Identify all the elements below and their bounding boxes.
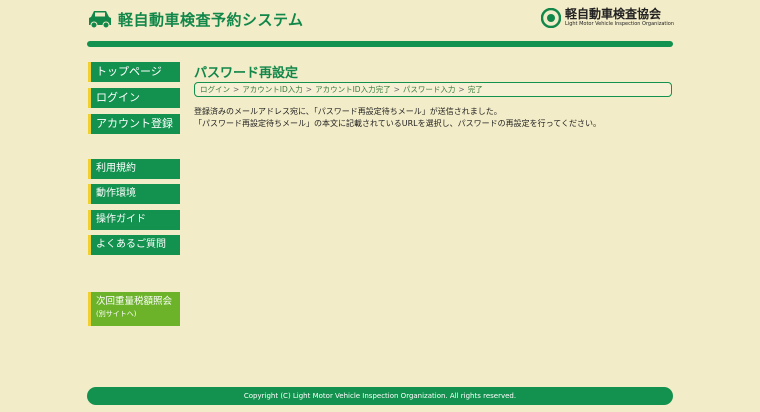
sidebar-item-guide[interactable]: 操作ガイド	[88, 210, 180, 230]
org-name-en: Light Motor Vehicle Inspection Organizat…	[565, 21, 674, 27]
org-name: 軽自動車検査協会	[565, 7, 662, 21]
message-line: 登録済みのメールアドレス宛に、「パスワード再設定待ちメール」が送信されました。	[194, 107, 502, 116]
header: 軽自動車検査予約システム 軽自動車検査協会 Light Motor Vehicl…	[88, 8, 674, 36]
sidebar-item-faq[interactable]: よくあるご質問	[88, 235, 180, 255]
breadcrumb-separator: >	[233, 85, 240, 94]
header-divider	[87, 41, 673, 47]
breadcrumb-item: アカウントID入力	[242, 85, 303, 94]
tax-inquiry-sub: (別サイトへ)	[96, 310, 137, 318]
app-title-text: 軽自動車検査予約システム	[118, 10, 304, 29]
car-icon	[89, 11, 111, 29]
sidebar-item-top-page[interactable]: トップページ	[88, 62, 180, 82]
sidebar-item-tax-inquiry[interactable]: 次回重量税額照会 (別サイトへ)	[88, 292, 180, 326]
copyright-text: Copyright (C) Light Motor Vehicle Inspec…	[243, 392, 517, 400]
breadcrumb-separator: >	[393, 85, 400, 94]
message-line: 「パスワード再設定待ちメール」の本文に記載されているURLを選択し、パスワードの…	[194, 119, 601, 128]
app-title[interactable]: 軽自動車検査予約システム	[88, 8, 304, 30]
tax-inquiry-label: 次回重量税額照会	[96, 296, 173, 307]
breadcrumb-item-current: 完了	[467, 85, 483, 94]
org-logo-icon	[541, 8, 562, 28]
sidebar-item-environment[interactable]: 動作環境	[88, 184, 180, 204]
breadcrumb-separator: >	[305, 85, 313, 94]
sidebar-item-login[interactable]: ログイン	[88, 88, 180, 108]
breadcrumb-item: パスワード入力	[402, 85, 456, 94]
breadcrumb: ログイン > アカウントID入力 > アカウントID入力完了 > パスワード入力 > 完了	[194, 82, 672, 97]
footer: Copyright (C) Light Motor Vehicle Inspec…	[87, 387, 673, 405]
breadcrumb-item: ログイン	[200, 85, 230, 94]
sidebar-item-account-register[interactable]: アカウント登録	[88, 114, 180, 134]
breadcrumb-item: アカウントID入力完了	[315, 85, 391, 94]
page-title: パスワード再設定	[194, 66, 299, 81]
org-logo[interactable]: 軽自動車検査協会 Light Motor Vehicle Inspection …	[541, 8, 674, 28]
message: 登録済みのメールアドレス宛に、「パスワード再設定待ちメール」が送信されました。 …	[194, 106, 674, 130]
sidebar-item-terms[interactable]: 利用規約	[88, 159, 180, 179]
breadcrumb-separator: >	[458, 85, 465, 94]
